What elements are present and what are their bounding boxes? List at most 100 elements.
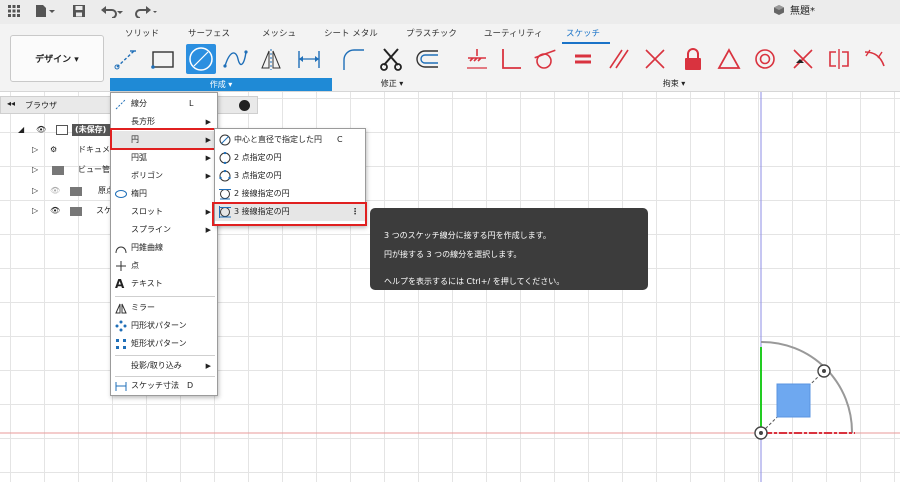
hidden-eye-icon[interactable]: 👁 <box>50 183 60 199</box>
submenu-item-center-diameter-circle[interactable]: 中心と直径で指定した円 C <box>215 131 365 149</box>
menu-item-sketch-dimension[interactable]: スケッチ寸法 D <box>111 377 217 395</box>
menu-item-project-include[interactable]: 投影/取り込み ▶ <box>111 357 217 375</box>
circle-item-highlight <box>110 128 216 150</box>
circle-tool-icon[interactable] <box>186 44 216 74</box>
expanded-triangle-icon[interactable]: ◢ <box>18 122 24 138</box>
modify-group-label[interactable]: 修正 ▾ <box>362 78 422 89</box>
rectangle-tool-icon[interactable] <box>150 46 176 72</box>
text-a-icon: A <box>115 277 125 291</box>
menu-item-ellipse[interactable]: 楕円 <box>111 185 217 203</box>
point-icon <box>116 261 126 271</box>
tab-surface[interactable]: サーフェス <box>188 27 230 39</box>
app-grid-icon[interactable] <box>7 4 21 20</box>
redo-icon[interactable] <box>134 4 158 20</box>
collapse-icon[interactable]: ◂◂ <box>7 99 15 108</box>
menu-item-text[interactable]: A テキスト <box>111 275 217 293</box>
menu-item-line[interactable]: 線分 L <box>111 95 217 113</box>
undo-icon[interactable] <box>100 4 124 20</box>
folder-icon <box>70 187 82 196</box>
workspace-switcher-button[interactable]: デザイン ▾ <box>10 35 104 82</box>
folder-icon <box>52 166 64 175</box>
browser-options-icon[interactable] <box>239 100 250 111</box>
application-bar: 無題* <box>0 0 900 24</box>
visibility-eye-icon[interactable]: 👁 <box>36 122 46 138</box>
fillet-tool-icon[interactable] <box>340 46 366 72</box>
save-icon[interactable] <box>72 4 86 20</box>
submenu-arrow-icon: ▶ <box>205 154 211 162</box>
ellipse-icon <box>115 190 127 198</box>
menu-item-conic-curve[interactable]: 円錐曲線 <box>111 239 217 257</box>
gear-icon: ⚙ <box>50 145 58 154</box>
sketch-dimension-icon <box>115 382 127 391</box>
collapsed-triangle-icon[interactable]: ▷ <box>32 206 38 215</box>
menu-divider <box>115 296 215 297</box>
parallel-constraint-icon[interactable] <box>606 46 632 72</box>
submenu-item-three-point-circle[interactable]: 3 点指定の円 <box>215 167 365 185</box>
menu-item-rectangular-pattern[interactable]: 矩形状パターン <box>111 335 217 353</box>
mirror-tool-icon[interactable] <box>258 46 284 72</box>
tooltip-description: 3 つのスケッチ線分に接する円を作成します。 <box>384 231 551 240</box>
symmetry-constraint-icon[interactable] <box>826 46 852 72</box>
submenu-arrow-icon: ▶ <box>205 208 211 216</box>
collapsed-triangle-icon[interactable]: ▷ <box>32 186 38 195</box>
midpoint-constraint-icon[interactable] <box>790 46 816 72</box>
command-tooltip: 3 つのスケッチ線分に接する円を作成します。 円が接する 3 つの線分を選択しま… <box>370 208 648 290</box>
equal-constraint-icon[interactable] <box>570 46 596 72</box>
two-point-circle-icon <box>219 152 231 164</box>
menu-item-arc[interactable]: 円弧 ▶ <box>111 149 217 167</box>
submenu-arrow-icon: ▶ <box>205 172 211 180</box>
curvature-constraint-icon[interactable] <box>862 46 888 72</box>
submenu-item-two-point-circle[interactable]: 2 点指定の円 <box>215 149 365 167</box>
create-group-label[interactable]: 作成 ▾ <box>110 78 332 91</box>
mirror-icon <box>115 303 127 314</box>
circular-pattern-icon <box>115 320 127 332</box>
offset-tool-icon[interactable] <box>414 46 440 72</box>
rectangular-pattern-icon <box>116 339 126 349</box>
collinear-constraint-icon[interactable] <box>642 46 668 72</box>
menu-item-circular-pattern[interactable]: 円形状パターン <box>111 317 217 335</box>
menu-item-polygon[interactable]: ポリゴン ▶ <box>111 167 217 185</box>
tangent-constraint-icon[interactable] <box>532 46 558 72</box>
three-point-circle-icon <box>219 170 231 182</box>
menu-item-spline[interactable]: スプライン ▶ <box>111 221 217 239</box>
tooltip-instruction: 円が接する 3 つの線分を選択します。 <box>384 250 522 259</box>
line-tool-icon[interactable] <box>114 46 140 72</box>
collapsed-triangle-icon[interactable]: ▷ <box>32 145 38 154</box>
spline-tool-icon[interactable] <box>222 46 248 72</box>
menu-divider <box>115 355 215 356</box>
tab-utility[interactable]: ユーティリティ <box>484 27 542 39</box>
collapsed-triangle-icon[interactable]: ▷ <box>32 165 38 174</box>
tab-mesh[interactable]: メッシュ <box>262 27 296 39</box>
coincident-constraint-icon[interactable] <box>464 46 490 72</box>
sketch-dimension-tool-icon[interactable] <box>296 46 322 72</box>
file-menu-icon[interactable] <box>34 4 56 20</box>
workspace-tabs: ソリッド サーフェス メッシュ シート メタル プラスチック ユーティリティ ス… <box>0 24 900 44</box>
three-tangent-item-highlight <box>212 202 367 226</box>
document-cube-icon <box>773 4 785 20</box>
tab-plastic[interactable]: プラスチック <box>406 27 457 39</box>
visibility-eye-icon[interactable]: 👁 <box>50 203 60 219</box>
folder-icon <box>70 207 82 216</box>
browser-title: ブラウザ <box>25 101 57 110</box>
perpendicular-constraint-icon[interactable] <box>498 46 524 72</box>
tab-sheet-metal[interactable]: シート メタル <box>324 27 378 39</box>
tab-solid[interactable]: ソリッド <box>125 27 159 39</box>
document-title: 無題* <box>790 6 815 17</box>
menu-item-mirror[interactable]: ミラー <box>111 299 217 317</box>
component-icon <box>56 125 68 135</box>
concentric-constraint-icon[interactable] <box>752 46 778 72</box>
fix-lock-icon[interactable] <box>680 46 706 72</box>
trim-scissors-icon[interactable] <box>378 46 404 72</box>
submenu-item-two-tangent-circle[interactable]: 2 接線指定の円 <box>215 185 365 203</box>
conic-curve-icon <box>115 246 127 254</box>
menu-item-point[interactable]: 点 <box>111 257 217 275</box>
menu-item-slot[interactable]: スロット ▶ <box>111 203 217 221</box>
submenu-arrow-icon: ▶ <box>205 226 211 234</box>
tab-sketch[interactable]: スケッチ <box>566 27 600 39</box>
line-icon <box>115 99 126 110</box>
constraints-group-label[interactable]: 拘束 ▾ <box>634 78 714 89</box>
tooltip-help-hint: ヘルプを表示するには Ctrl+/ を押してください。 <box>384 277 565 286</box>
center-diameter-circle-icon <box>219 134 231 146</box>
submenu-arrow-icon: ▶ <box>205 362 211 370</box>
triangle-constraint-icon[interactable] <box>716 46 742 72</box>
